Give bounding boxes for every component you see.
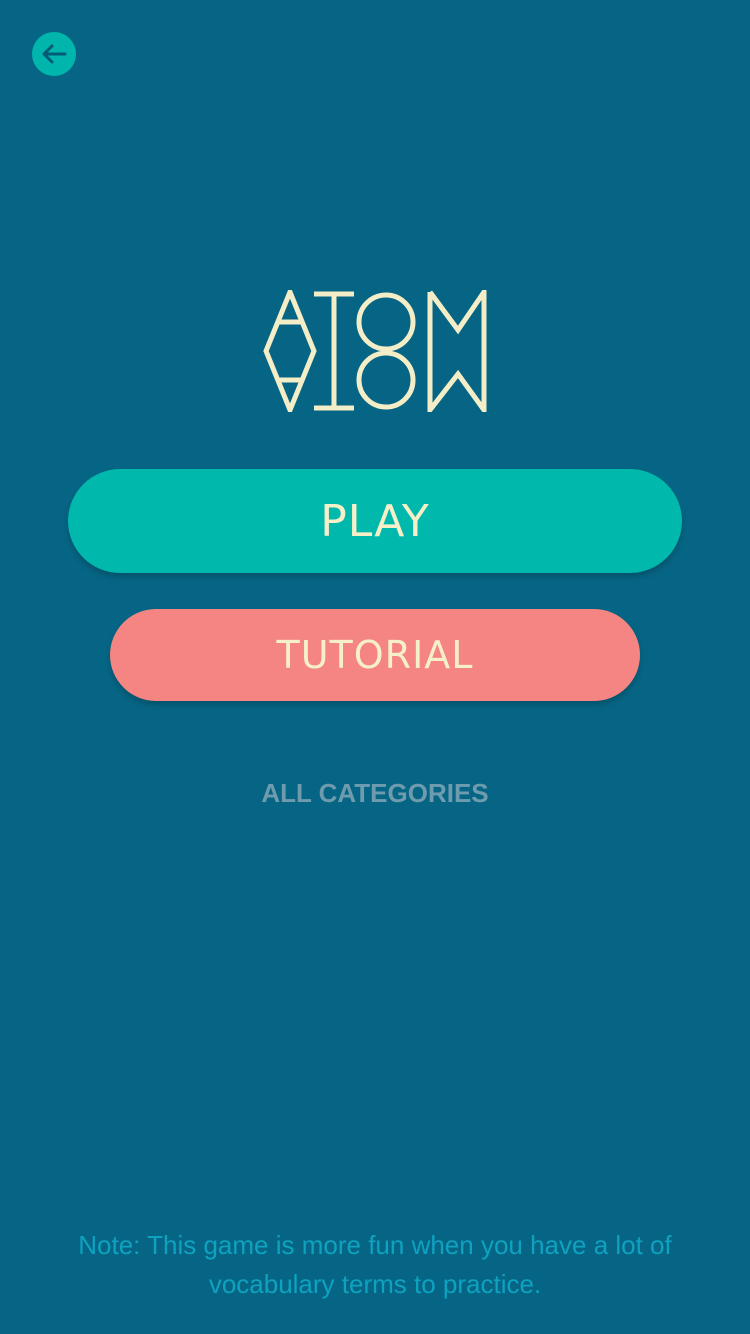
all-categories-link[interactable]: ALL CATEGORIES — [0, 778, 750, 809]
footer-note: Note: This game is more fun when you hav… — [78, 1230, 672, 1299]
play-button[interactable]: PLAY — [68, 469, 682, 573]
back-button[interactable] — [32, 32, 76, 76]
tutorial-button[interactable]: TUTORIAL — [110, 609, 640, 701]
app-logo — [262, 283, 488, 418]
arrow-left-icon — [41, 44, 67, 64]
